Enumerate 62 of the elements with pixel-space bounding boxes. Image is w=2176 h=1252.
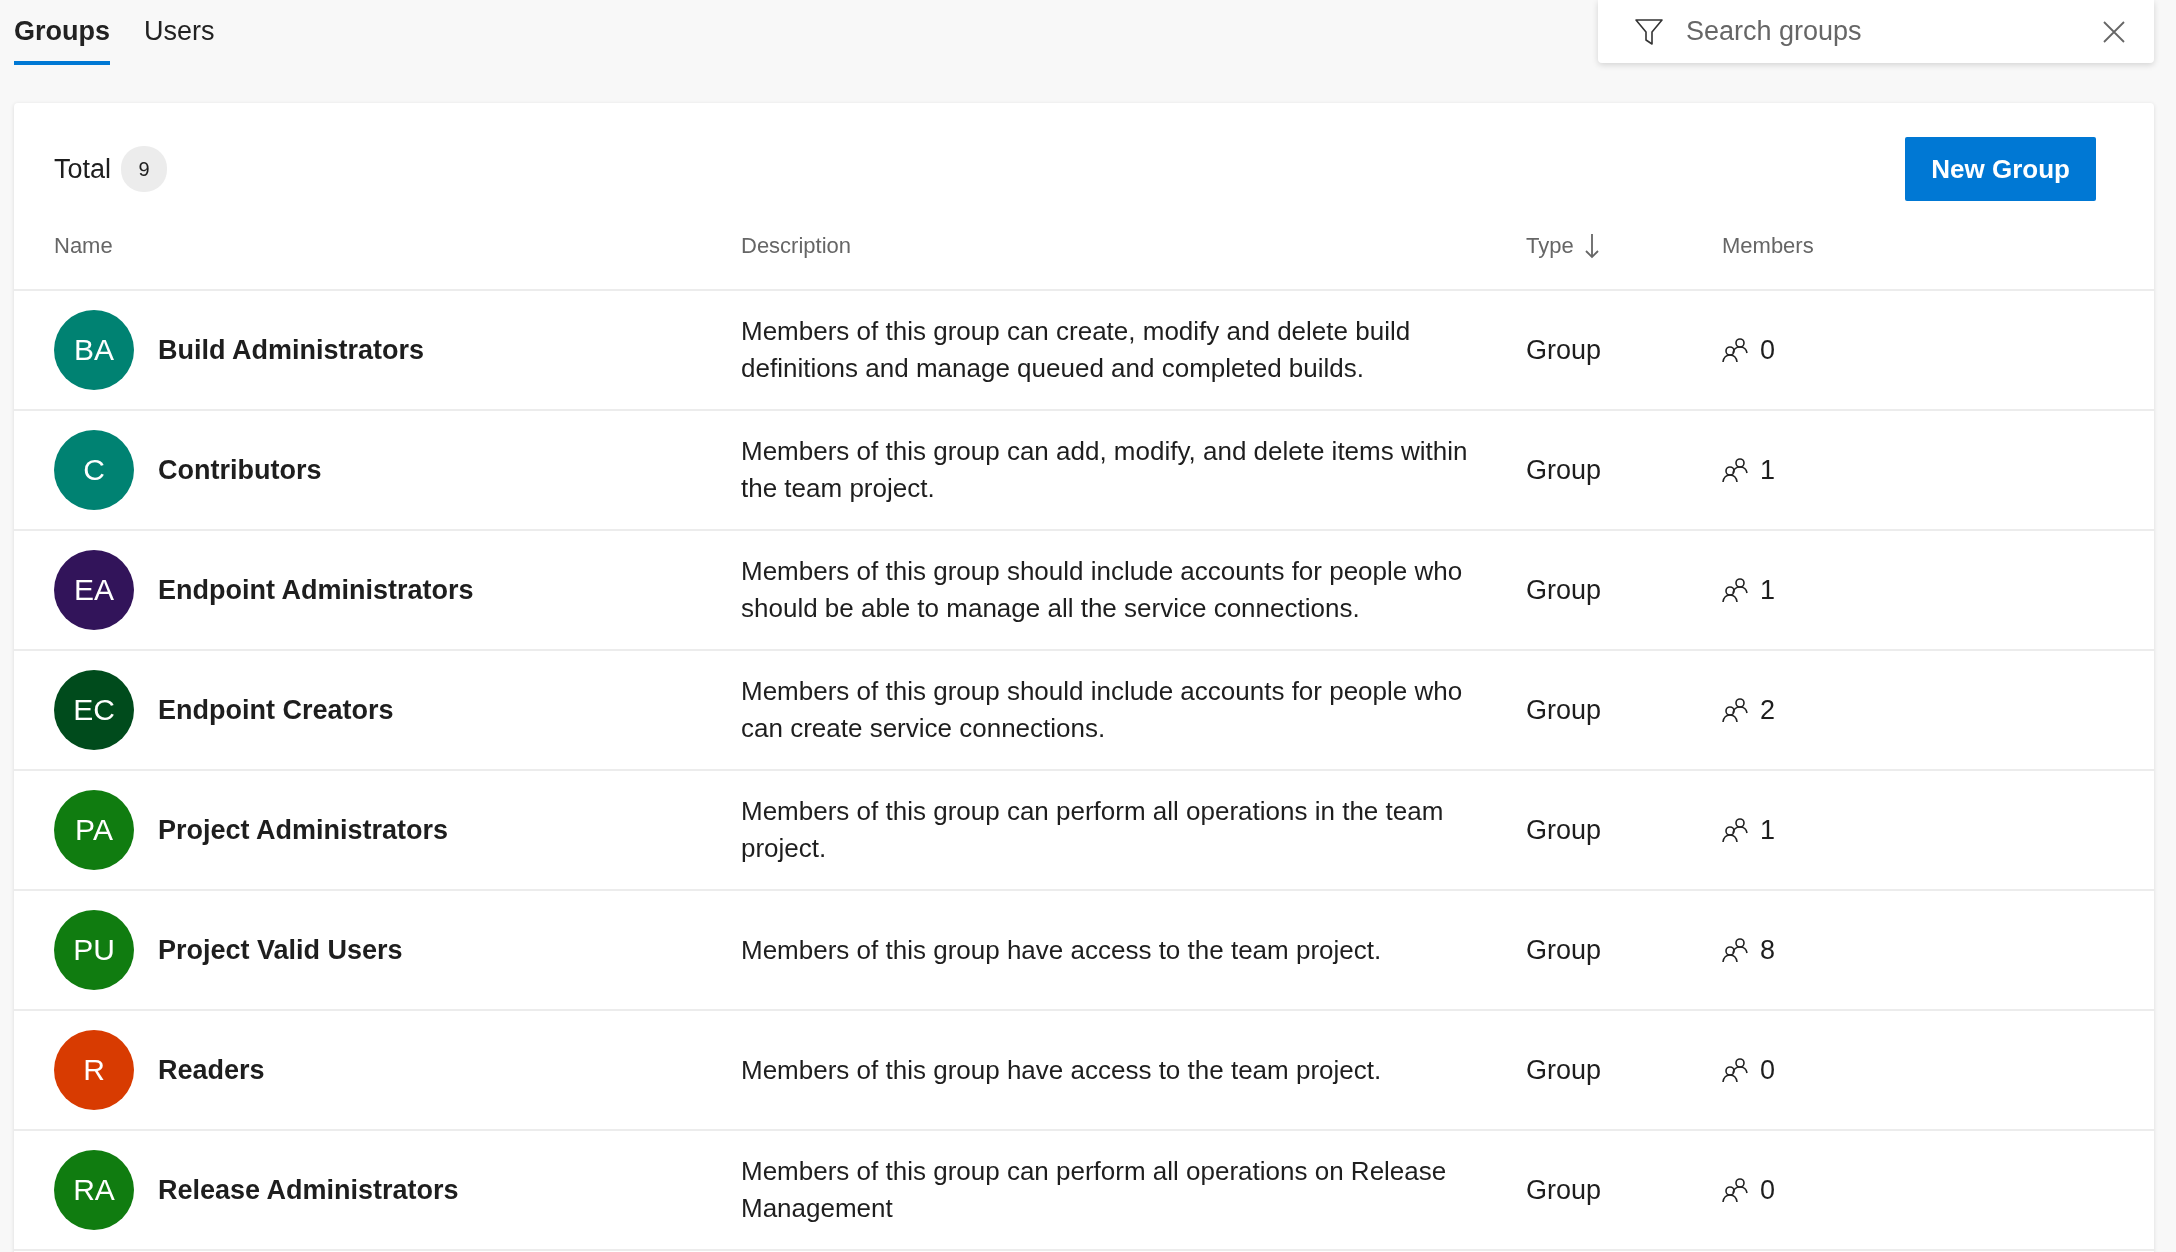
group-name[interactable]: Project Administrators bbox=[158, 814, 449, 846]
people-icon bbox=[1722, 1057, 1748, 1083]
filter-icon bbox=[1634, 16, 1664, 47]
group-name[interactable]: Release Administrators bbox=[158, 1174, 459, 1206]
group-avatar: EA bbox=[54, 550, 134, 630]
group-description: Members of this group should include accounts for people who should be able to manage all the service connections. bbox=[741, 555, 1464, 625]
column-header[interactable]: Name bbox=[54, 233, 113, 259]
group-name[interactable]: Readers bbox=[158, 1054, 265, 1086]
group-avatar: R bbox=[54, 1030, 134, 1110]
group-description: Members of this group should include accounts for people who can create service connections. bbox=[741, 675, 1464, 745]
total-label: Total bbox=[54, 153, 112, 185]
group-description: Members of this group can add, modify, and delete items within the team project. bbox=[741, 435, 1469, 505]
group-description: Members of this group can perform all operations on Release Management bbox=[741, 1155, 1448, 1225]
member-count: 0 bbox=[1760, 334, 1776, 366]
people-icon bbox=[1722, 937, 1748, 963]
group-type: Group bbox=[1526, 334, 1603, 366]
group-type: Group bbox=[1526, 934, 1603, 966]
member-count: 1 bbox=[1760, 454, 1776, 486]
group-avatar: PA bbox=[54, 790, 134, 870]
people-icon bbox=[1722, 457, 1748, 483]
people-icon bbox=[1722, 697, 1748, 723]
total-count: 9 bbox=[121, 146, 168, 192]
column-header[interactable]: Members bbox=[1722, 233, 1814, 259]
new-group-button[interactable]: New Group bbox=[1905, 137, 2096, 201]
group-type: Group bbox=[1526, 694, 1603, 726]
group-type: Group bbox=[1526, 1174, 1603, 1206]
group-avatar: EC bbox=[54, 670, 134, 750]
group-type: Group bbox=[1526, 814, 1603, 846]
member-count: 1 bbox=[1760, 814, 1776, 846]
column-header[interactable]: Description bbox=[741, 233, 852, 259]
group-avatar: RA bbox=[54, 1150, 134, 1230]
group-type: Group bbox=[1526, 574, 1603, 606]
group-name[interactable]: Contributors bbox=[158, 454, 322, 486]
search-input[interactable]: Search groups bbox=[1684, 15, 2082, 48]
group-type: Group bbox=[1526, 454, 1603, 486]
member-count: 8 bbox=[1760, 934, 1776, 966]
people-icon bbox=[1722, 817, 1748, 843]
tab[interactable]: Users bbox=[144, 16, 215, 65]
people-icon bbox=[1722, 1177, 1748, 1203]
member-count: 0 bbox=[1760, 1054, 1776, 1086]
group-avatar: BA bbox=[54, 310, 134, 390]
member-count: 0 bbox=[1760, 1174, 1776, 1206]
group-avatar: C bbox=[54, 430, 134, 510]
group-name[interactable]: Endpoint Administrators bbox=[158, 574, 474, 606]
group-description: Members of this group can create, modify and delete build definitions and manage queued and completed builds. bbox=[741, 315, 1412, 385]
group-name[interactable]: Build Administrators bbox=[158, 334, 425, 366]
group-description: Members of this group can perform all operations in the team project. bbox=[741, 795, 1445, 865]
group-type: Group bbox=[1526, 1054, 1603, 1086]
group-description: Members of this group have access to the team project. bbox=[741, 933, 1383, 967]
search-field[interactable]: Search groups bbox=[1598, 0, 2154, 63]
group-name[interactable]: Endpoint Creators bbox=[158, 694, 394, 726]
group-name[interactable]: Project Valid Users bbox=[158, 934, 403, 966]
people-icon bbox=[1722, 577, 1748, 603]
close-icon[interactable] bbox=[2102, 19, 2126, 44]
member-count: 1 bbox=[1760, 574, 1776, 606]
group-avatar: PU bbox=[54, 910, 134, 990]
member-count: 2 bbox=[1760, 694, 1776, 726]
group-description: Members of this group have access to the team project. bbox=[741, 1053, 1383, 1087]
people-icon bbox=[1722, 337, 1748, 363]
column-header[interactable]: Type bbox=[1526, 233, 1574, 259]
sort-down-icon[interactable] bbox=[1583, 233, 1600, 259]
tab[interactable]: Groups bbox=[14, 16, 110, 65]
